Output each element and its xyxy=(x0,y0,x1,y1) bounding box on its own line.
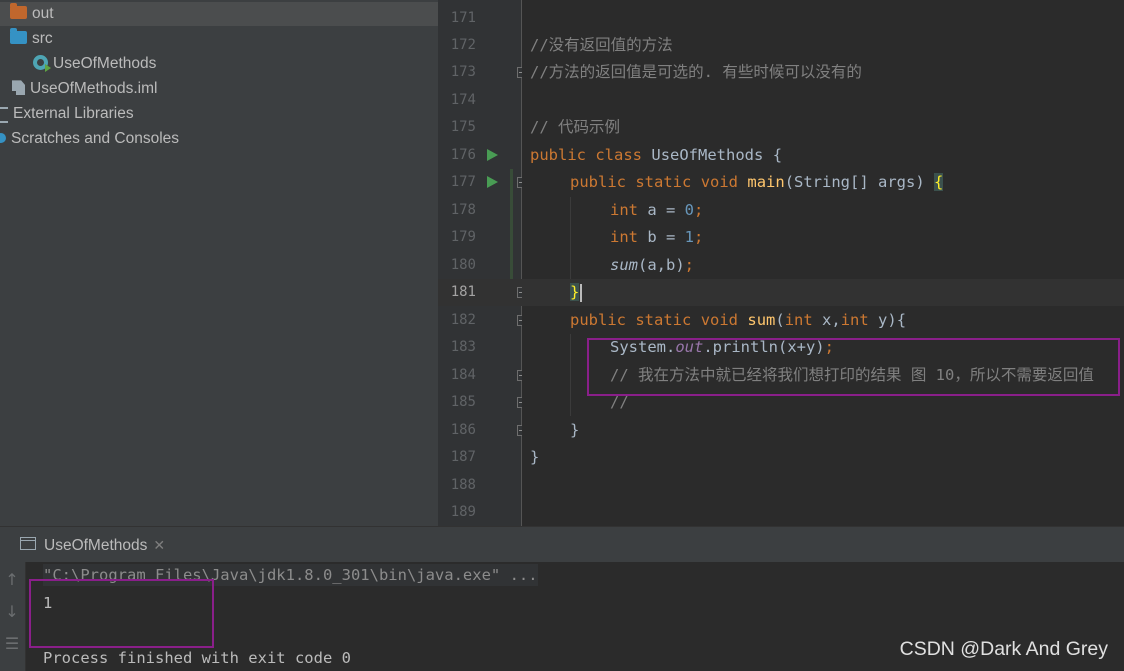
code-line-main-close: } xyxy=(570,279,583,306)
run-panel-header: UseOfMethods ✕ xyxy=(0,526,1124,562)
arrow-down-icon[interactable]: ↓ xyxy=(1,603,23,621)
run-toolbar: ↑ ↓ ☰ xyxy=(0,562,26,671)
line-number: 173 xyxy=(450,64,476,80)
annotation-highlight-box xyxy=(587,338,1120,396)
code-comment: //没有返回值的方法 xyxy=(530,36,673,54)
run-main-icon[interactable] xyxy=(487,176,498,188)
editor-gutter: 171 172 173 174 175 176 177 178 179 180 … xyxy=(438,0,526,526)
code-line-class-decl: public class UseOfMethods { xyxy=(530,146,783,164)
line-number: 185 xyxy=(450,394,476,410)
line-number: 183 xyxy=(450,339,476,355)
tree-item-label: out xyxy=(32,5,54,22)
line-number: 188 xyxy=(450,477,476,493)
java-class-icon xyxy=(33,55,51,73)
code-line-main-decl: public static void main(String[] args) { xyxy=(570,173,944,191)
code-line-int-b: int b = 1; xyxy=(610,228,704,246)
run-tab-label: UseOfMethods xyxy=(44,537,148,554)
tree-item-scratches[interactable]: Scratches and Consoles xyxy=(0,127,179,151)
run-class-icon[interactable] xyxy=(487,149,498,161)
soft-wrap-icon[interactable]: ☰ xyxy=(1,635,23,653)
console-exit-line: Process finished with exit code 0 xyxy=(43,649,351,667)
line-number: 175 xyxy=(450,119,476,135)
line-number-current: 181 xyxy=(450,284,476,300)
tree-item-out-folder[interactable]: out xyxy=(0,2,438,26)
code-editor[interactable]: //没有返回值的方法 //方法的返回值是可选的. 有些时候可以没有的 // 代码… xyxy=(522,0,1124,526)
line-number: 189 xyxy=(450,504,476,520)
line-number: 182 xyxy=(450,312,476,328)
line-number: 179 xyxy=(450,229,476,245)
current-line-highlight xyxy=(522,279,1124,306)
line-number: 184 xyxy=(450,367,476,383)
line-number: 187 xyxy=(450,449,476,465)
close-icon[interactable]: ✕ xyxy=(153,537,165,553)
line-number: 172 xyxy=(450,37,476,53)
tree-item-label: UseOfMethods xyxy=(53,55,157,72)
arrow-up-icon[interactable]: ↑ xyxy=(1,571,23,589)
line-number: 180 xyxy=(450,257,476,273)
code-line-int-a: int a = 0; xyxy=(610,201,704,219)
folder-icon xyxy=(10,3,27,20)
project-tool-window: out src UseOfMethods UseOfMethods.iml Ex… xyxy=(0,0,438,526)
line-number: 177 xyxy=(450,174,476,190)
code-line-sum-close: } xyxy=(570,421,580,439)
tree-item-iml-file[interactable]: UseOfMethods.iml xyxy=(12,77,157,101)
run-tab[interactable]: UseOfMethods ✕ xyxy=(0,527,181,563)
tree-item-external-libraries[interactable]: External Libraries xyxy=(0,102,134,126)
line-number: 186 xyxy=(450,422,476,438)
tree-item-useofmethods-class[interactable]: UseOfMethods xyxy=(33,52,156,76)
line-number: 178 xyxy=(450,202,476,218)
line-number: 171 xyxy=(450,10,476,26)
folder-icon xyxy=(10,28,27,45)
text-caret xyxy=(580,283,583,302)
code-line-class-close: } xyxy=(530,448,540,466)
tree-item-label: Scratches and Consoles xyxy=(11,130,180,147)
annotation-highlight-box xyxy=(29,579,214,648)
tree-item-src-folder[interactable]: src xyxy=(10,27,53,51)
console-icon xyxy=(20,537,36,551)
code-comment: //方法的返回值是可选的. 有些时候可以没有的 xyxy=(530,63,862,81)
library-icon xyxy=(0,106,8,123)
tree-item-label: UseOfMethods.iml xyxy=(30,80,158,97)
line-number: 174 xyxy=(450,92,476,108)
code-comment: // 代码示例 xyxy=(530,118,620,136)
scratch-icon xyxy=(0,132,6,143)
tree-item-label: External Libraries xyxy=(13,105,134,122)
line-number: 176 xyxy=(450,147,476,163)
tree-item-label: src xyxy=(32,30,53,47)
code-line-sum-decl: public static void sum(int x,int y){ xyxy=(570,311,907,329)
vcs-change-marker xyxy=(510,169,513,279)
module-file-icon xyxy=(12,80,25,96)
code-line-call-sum: sum(a,b); xyxy=(610,256,695,274)
watermark: CSDN @Dark And Grey xyxy=(899,638,1108,660)
